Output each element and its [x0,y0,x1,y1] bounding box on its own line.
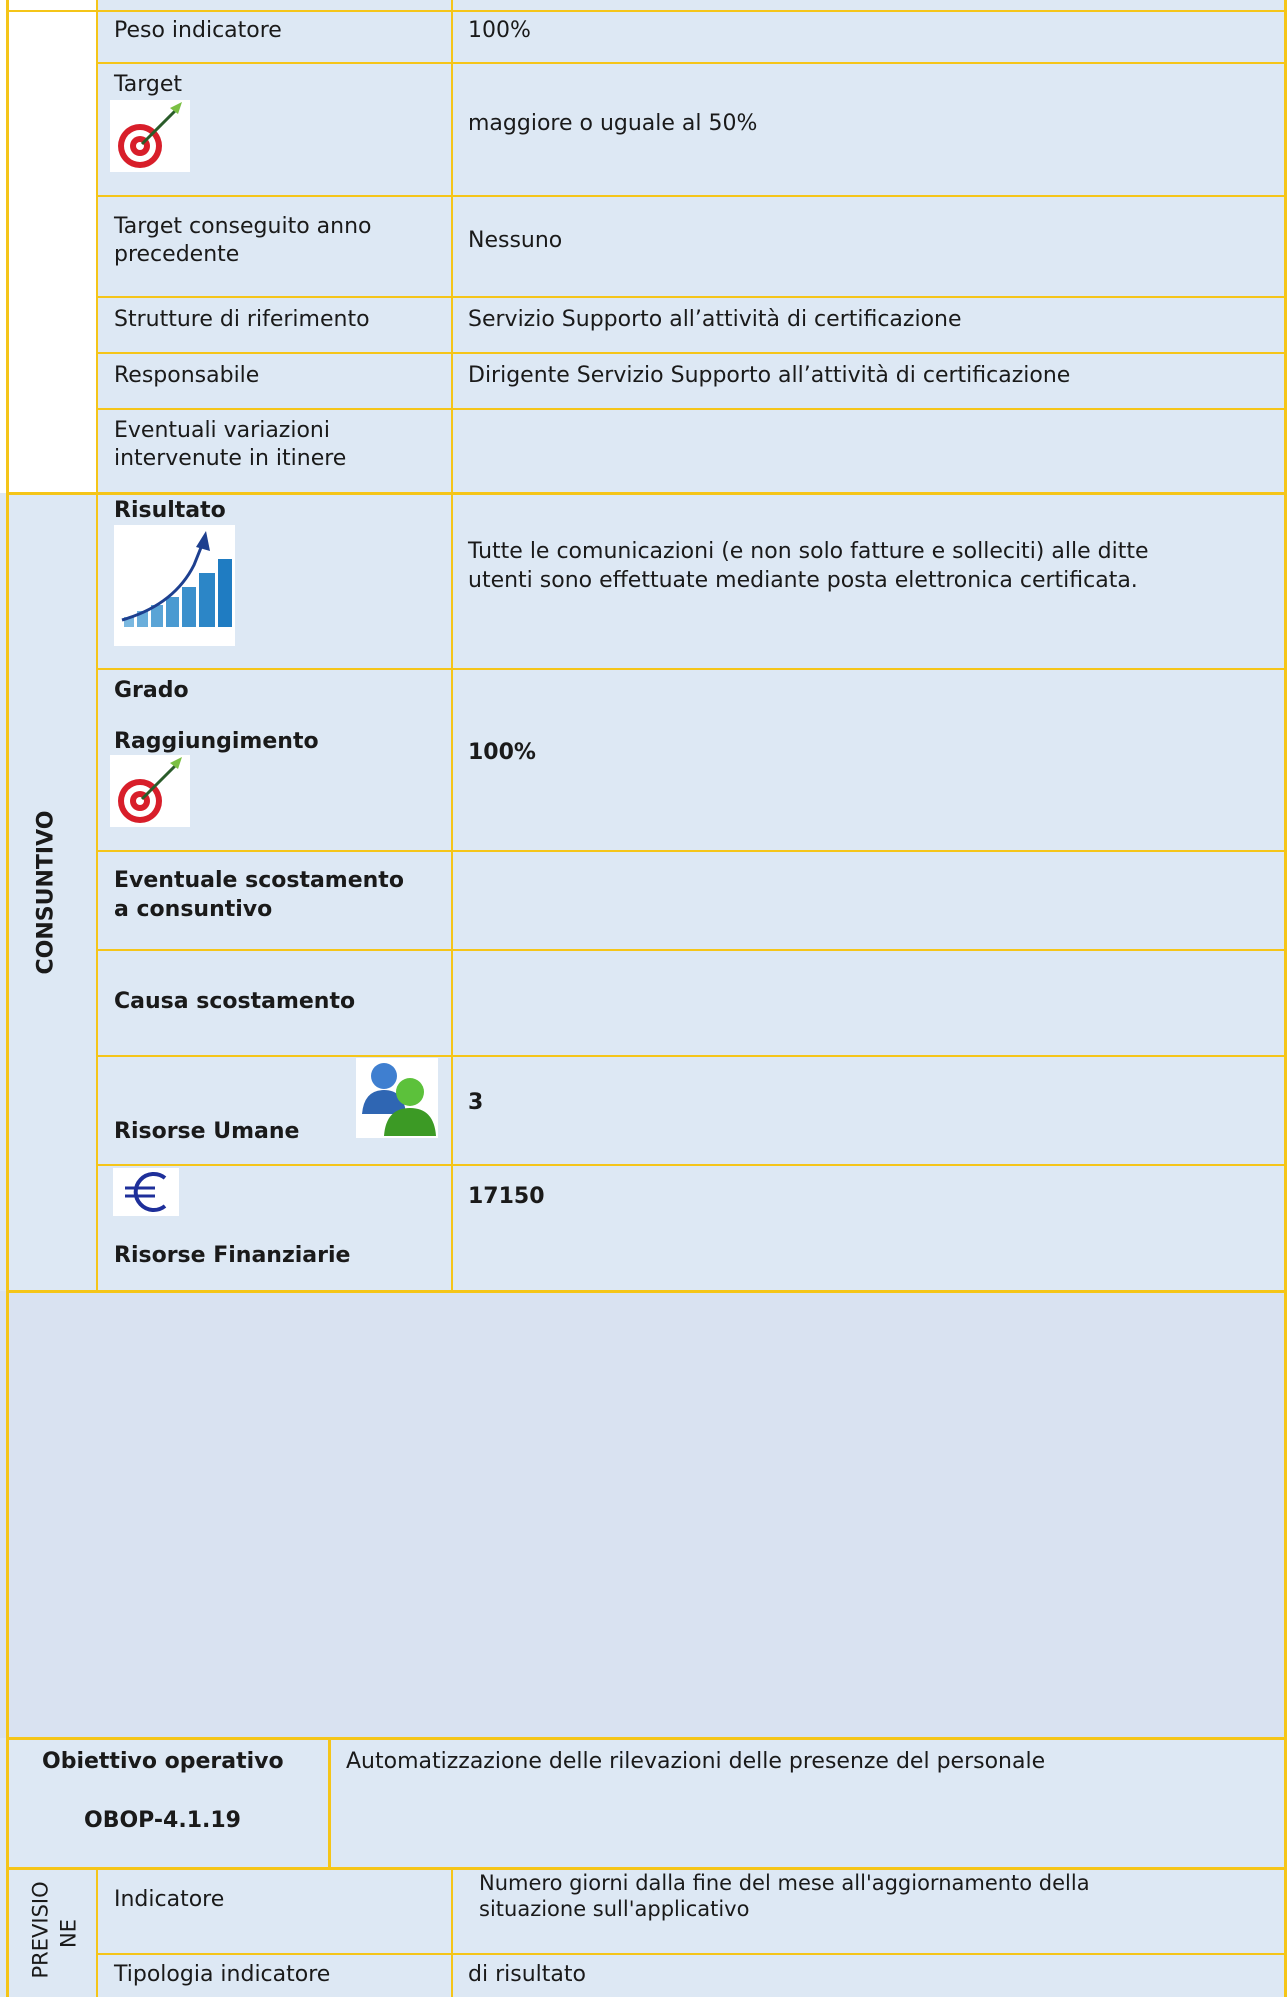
growth-chart-icon [114,525,235,646]
responsabile-label: Responsabile [114,363,260,388]
previsione-section-label-1: PREVISIO [28,1881,53,1979]
grado-value: 100% [468,740,536,765]
indicatore-value-1: Numero giorni dalla fine del mese all'ag… [479,1871,1090,1895]
variazioni-label-1: Eventuali variazioni [114,418,330,443]
risorse-umane-value: 3 [468,1090,484,1115]
consuntivo-section-label: CONSUNTIVO [33,810,59,975]
tipologia-indicatore-label: Tipologia indicatore [114,1962,331,1987]
grado-label-2: Raggiungimento [114,729,319,754]
target-label: Target [114,72,183,97]
previsione-section-label-2: NE [56,1919,81,1948]
risorse-umane-label: Risorse Umane [114,1119,300,1144]
tipologia-indicatore-value: di risultato [468,1962,586,1987]
risorse-finanziarie-label: Risorse Finanziarie [114,1243,351,1268]
peso-indicatore-label: Peso indicatore [114,18,282,43]
target-conseguito-value: Nessuno [468,228,563,253]
risultato-label: Risultato [114,498,226,523]
objective-description: Automatizzazione delle rilevazioni delle… [346,1749,1046,1774]
users-icon [356,1058,438,1138]
scostamento-label-2: a consuntivo [114,897,273,922]
indicatore-value-2: situazione sull'applicativo [479,1897,750,1921]
euro-icon [113,1168,179,1216]
empty-band [0,1291,1287,1738]
peso-indicatore-value: 100% [468,18,531,43]
target-dart-icon [110,755,190,827]
responsabile-value: Dirigente Servizio Supporto all’attività… [468,363,1071,388]
objective-code: OBOP-4.1.19 [84,1808,241,1833]
risorse-finanziarie-value: 17150 [468,1184,545,1209]
target-conseguito-label-1: Target conseguito anno [114,214,372,239]
target-conseguito-label-2: precedente [114,242,240,267]
indicatore-label: Indicatore [114,1887,225,1912]
target-value: maggiore o uguale al 50% [468,111,758,136]
objective-label: Obiettivo operativo [42,1749,284,1774]
top-left-column [0,0,97,493]
target-dart-icon [110,100,190,172]
risultato-value-1: Tutte le comunicazioni (e non solo fattu… [468,539,1149,564]
grado-label-1: Grado [114,678,189,703]
variazioni-label-2: intervenute in itinere [114,446,347,471]
causa-scostamento-label: Causa scostamento [114,989,356,1014]
strutture-label: Strutture di riferimento [114,307,370,332]
scostamento-label-1: Eventuale scostamento [114,868,404,893]
strutture-value: Servizio Supporto all’attività di certif… [468,307,962,332]
risultato-value-2: utenti sono effettuate mediante posta el… [468,568,1138,593]
